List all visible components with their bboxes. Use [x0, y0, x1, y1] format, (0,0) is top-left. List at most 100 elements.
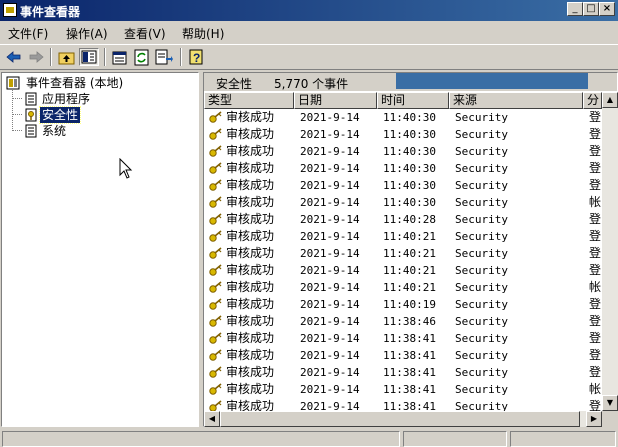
- log-book-icon: [25, 124, 37, 138]
- table-row[interactable]: 审核成功 2021-9-14 11:38:41 Security 登: [204, 398, 602, 411]
- cell-time: 11:40:21: [383, 281, 436, 294]
- table-row[interactable]: 审核成功 2021-9-14 11:40:21 Security 登: [204, 262, 602, 279]
- key-icon: [209, 179, 222, 191]
- back-icon: [6, 51, 21, 63]
- key-icon: [209, 383, 222, 395]
- export-list-button[interactable]: [154, 48, 174, 66]
- cell-source: Security: [455, 111, 508, 124]
- scroll-right-button[interactable]: ▶: [586, 411, 602, 427]
- cell-category: 登: [589, 246, 602, 260]
- table-row[interactable]: 审核成功 2021-9-14 11:40:19 Security 登: [204, 296, 602, 313]
- cell-type: 审核成功: [226, 195, 275, 209]
- table-row[interactable]: 审核成功 2021-9-14 11:38:41 Security 登: [204, 364, 602, 381]
- table-row[interactable]: 审核成功 2021-9-14 11:38:41 Security 登: [204, 347, 602, 364]
- mouse-cursor-icon: [119, 158, 133, 179]
- cell-source: Security: [455, 162, 508, 175]
- cell-category: 帐: [589, 195, 602, 209]
- vertical-scrollbar[interactable]: ▲ ▼: [602, 92, 618, 411]
- status-panel: [403, 431, 507, 447]
- cell-type: 审核成功: [226, 110, 275, 124]
- key-icon: [209, 400, 222, 411]
- cell-source: Security: [455, 179, 508, 192]
- up-folder-icon: [58, 52, 75, 65]
- menu-file[interactable]: 文件(F): [8, 25, 48, 42]
- table-row[interactable]: 审核成功 2021-9-14 11:40:30 Security 登: [204, 143, 602, 160]
- scroll-left-button[interactable]: ◀: [204, 411, 220, 427]
- console-tree: 事件查看器 (本地) 应用程序 安全性 系统: [1, 72, 199, 427]
- column-header-type[interactable]: 类型: [204, 92, 294, 109]
- cell-source: Security: [455, 213, 508, 226]
- cell-type: 审核成功: [226, 229, 275, 243]
- properties-button[interactable]: [110, 48, 130, 66]
- table-row[interactable]: 审核成功 2021-9-14 11:40:21 Security 登: [204, 245, 602, 262]
- table-row[interactable]: 审核成功 2021-9-14 11:40:21 Security 帐: [204, 279, 602, 296]
- maximize-button[interactable]: □: [583, 2, 599, 16]
- cell-source: Security: [455, 298, 508, 311]
- table-row[interactable]: 审核成功 2021-9-14 11:40:30 Security 登: [204, 109, 602, 126]
- cell-category: 登: [589, 314, 602, 328]
- table-row[interactable]: 审核成功 2021-9-14 11:40:30 Security 帐: [204, 194, 602, 211]
- column-header-category[interactable]: 分: [583, 92, 602, 109]
- event-count: 5,770 个事件: [274, 77, 349, 91]
- scroll-down-button[interactable]: ▼: [602, 395, 618, 411]
- log-book-icon: [25, 92, 37, 106]
- table-row[interactable]: 审核成功 2021-9-14 11:40:30 Security 登: [204, 126, 602, 143]
- key-icon: [209, 281, 222, 293]
- help-button[interactable]: ?: [186, 48, 206, 66]
- cell-date: 2021-9-14: [300, 383, 360, 396]
- cell-source: Security: [455, 281, 508, 294]
- toolbar-separator: [180, 48, 182, 66]
- table-row[interactable]: 审核成功 2021-9-14 11:40:21 Security 登: [204, 228, 602, 245]
- show-hide-tree-button[interactable]: [79, 48, 99, 66]
- event-list: 审核成功 2021-9-14 11:40:30 Security 登审核成功 2021-9…: [204, 109, 602, 411]
- forward-button[interactable]: [26, 48, 46, 66]
- cell-type: 审核成功: [226, 127, 275, 141]
- horizontal-scrollbar[interactable]: ◀ ▶: [204, 411, 602, 427]
- refresh-button[interactable]: [132, 48, 152, 66]
- cell-type: 审核成功: [226, 331, 275, 345]
- cell-type: 审核成功: [226, 314, 275, 328]
- cell-category: 帐: [589, 280, 602, 294]
- table-row[interactable]: 审核成功 2021-9-14 11:38:41 Security 登: [204, 330, 602, 347]
- menu-view[interactable]: 查看(V): [124, 25, 166, 42]
- table-row[interactable]: 审核成功 2021-9-14 11:40:30 Security 登: [204, 177, 602, 194]
- cell-time: 11:40:30: [383, 162, 436, 175]
- forward-icon: [29, 51, 44, 63]
- close-button[interactable]: ×: [599, 2, 615, 16]
- cell-category: 登: [589, 127, 602, 141]
- cell-type: 审核成功: [226, 348, 275, 362]
- cell-date: 2021-9-14: [300, 315, 360, 328]
- refresh-icon: [134, 49, 149, 66]
- toolbar-separator: [50, 48, 52, 66]
- cell-time: 11:40:21: [383, 230, 436, 243]
- up-folder-button[interactable]: [57, 48, 77, 66]
- cell-time: 11:38:41: [383, 332, 436, 345]
- menu-action[interactable]: 操作(A): [66, 25, 108, 42]
- export-list-icon: [155, 49, 173, 65]
- toolbar: ?: [0, 44, 618, 70]
- cell-source: Security: [455, 264, 508, 277]
- cell-date: 2021-9-14: [300, 349, 360, 362]
- column-header-date[interactable]: 日期: [294, 92, 377, 109]
- scrollbar-corner: [602, 411, 618, 427]
- table-row[interactable]: 审核成功 2021-9-14 11:38:46 Security 登: [204, 313, 602, 330]
- table-row[interactable]: 审核成功 2021-9-14 11:40:28 Security 登: [204, 211, 602, 228]
- cell-source: Security: [455, 383, 508, 396]
- cell-date: 2021-9-14: [300, 145, 360, 158]
- cell-date: 2021-9-14: [300, 332, 360, 345]
- table-row[interactable]: 审核成功 2021-9-14 11:40:30 Security 登: [204, 160, 602, 177]
- scroll-up-button[interactable]: ▲: [602, 92, 618, 108]
- key-icon: [209, 162, 222, 174]
- tree-connector: [13, 114, 22, 115]
- cell-category: 登: [589, 297, 602, 311]
- column-header-source[interactable]: 来源: [449, 92, 583, 109]
- menu-help[interactable]: 帮助(H): [182, 25, 224, 42]
- column-header-time[interactable]: 时间: [377, 92, 449, 109]
- event-viewer-app-icon[interactable]: [3, 3, 17, 17]
- back-button[interactable]: [4, 48, 24, 66]
- horizontal-scroll-thumb[interactable]: [220, 411, 580, 427]
- minimize-button[interactable]: _: [567, 2, 583, 16]
- tree-connector: [13, 130, 22, 131]
- cell-type: 审核成功: [226, 399, 275, 411]
- table-row[interactable]: 审核成功 2021-9-14 11:38:41 Security 帐: [204, 381, 602, 398]
